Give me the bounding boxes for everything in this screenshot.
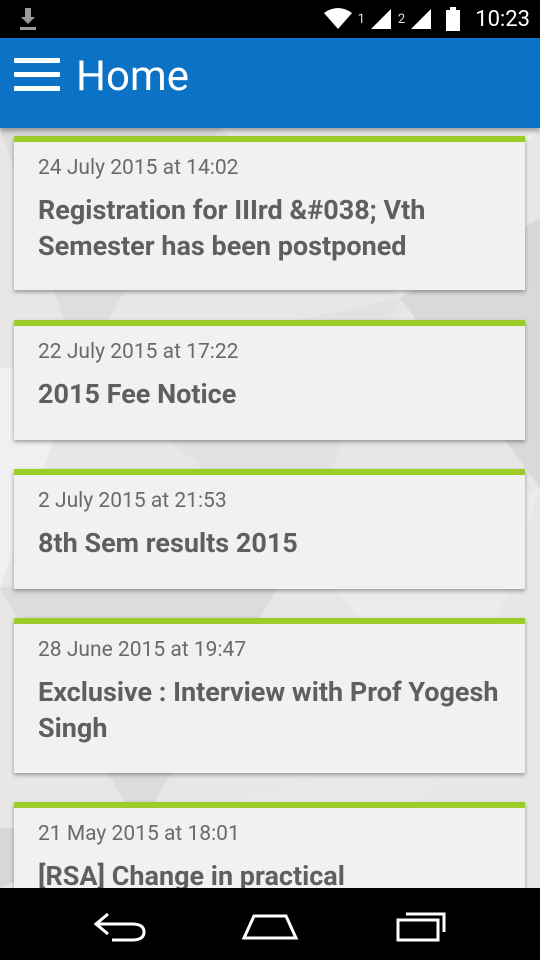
notice-card[interactable]: 28 June 2015 at 19:47 Exclusive : Interv…	[14, 618, 525, 773]
notice-card[interactable]: 21 May 2015 at 18:01 [RSA] Change in pra…	[14, 802, 525, 888]
notice-title: Exclusive : Interview with Prof Yogesh S…	[38, 676, 499, 744]
signal-icon	[411, 9, 432, 29]
sim2-label: 2	[397, 11, 406, 27]
notice-card[interactable]: 22 July 2015 at 17:22 2015 Fee Notice	[14, 320, 525, 440]
wifi-icon	[323, 8, 352, 29]
notice-title: Registration for IIIrd &#038; Vth Semest…	[38, 194, 426, 262]
app-bar: Home	[0, 38, 540, 128]
page-title: Home	[76, 52, 190, 101]
notice-date: 2 July 2015 at 21:53	[38, 489, 227, 513]
download-icon	[20, 8, 36, 30]
battery-icon	[446, 7, 461, 31]
notice-date: 28 June 2015 at 19:47	[38, 638, 247, 662]
notice-title: 2015 Fee Notice	[38, 378, 237, 410]
notice-card[interactable]: 2 July 2015 at 21:53 8th Sem results 201…	[14, 469, 525, 589]
notice-date: 21 May 2015 at 18:01	[38, 822, 240, 846]
recents-icon[interactable]	[390, 906, 450, 944]
navigation-bar	[0, 888, 540, 960]
notice-title: 8th Sem results 2015	[38, 527, 298, 559]
clock: 10:23	[475, 6, 530, 32]
back-icon[interactable]	[90, 906, 150, 944]
status-bar: 1 2 10:23	[0, 0, 540, 38]
home-icon[interactable]	[240, 906, 300, 944]
notice-date: 22 July 2015 at 17:22	[38, 340, 239, 364]
notice-title: [RSA] Change in practical	[38, 860, 345, 888]
sim1-label: 1	[357, 11, 365, 27]
hamburger-menu-icon[interactable]	[14, 58, 62, 92]
notice-list[interactable]: 24 July 2015 at 14:02 Registration for I…	[0, 128, 540, 888]
notice-date: 24 July 2015 at 14:02	[38, 156, 239, 180]
notice-card[interactable]: 24 July 2015 at 14:02 Registration for I…	[14, 136, 525, 290]
signal-icon	[370, 9, 391, 29]
